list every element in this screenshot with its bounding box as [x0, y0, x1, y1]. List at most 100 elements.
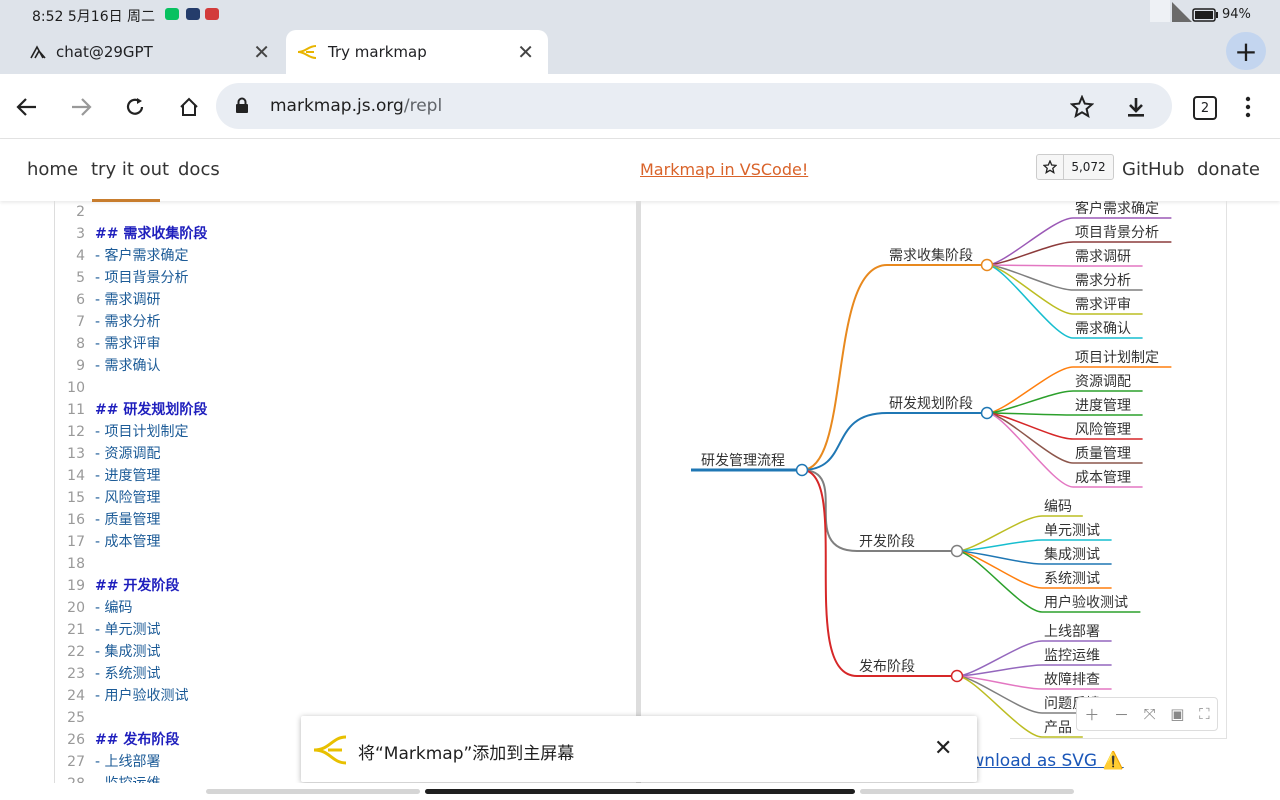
editor-line[interactable]: 8 - 需求评审: [55, 333, 637, 355]
mindmap-leaf-label[interactable]: 需求确认: [1075, 321, 1131, 337]
mindmap-leaf-link: [986, 217, 1074, 266]
tab-markmap[interactable]: Try markmap ✕: [286, 30, 548, 74]
banner-close-button[interactable]: ✕: [934, 736, 952, 761]
mindmap-leaf-link: [986, 264, 1074, 339]
mindmap-node-toggle[interactable]: [980, 406, 994, 420]
editor-line[interactable]: 2: [55, 201, 637, 223]
nav-home[interactable]: home: [27, 159, 78, 180]
mindmap-leaf-label[interactable]: 项目计划制定: [1075, 350, 1159, 366]
nav-donate[interactable]: donate: [1197, 159, 1260, 180]
mindmap-node-toggle[interactable]: [950, 544, 964, 558]
recurse-icon[interactable]: ▣: [1170, 705, 1184, 723]
editor-line[interactable]: 11 ## 研发规划阶段: [55, 399, 637, 421]
editor-line[interactable]: 14 - 进度管理: [55, 465, 637, 487]
heading-line-text: ## 开发阶段: [95, 578, 180, 594]
mindmap-leaf-label[interactable]: 上线部署: [1044, 624, 1100, 640]
mindmap-leaf-label[interactable]: 风险管理: [1075, 422, 1131, 438]
editor-line[interactable]: 6 - 需求调研: [55, 289, 637, 311]
editor-line[interactable]: 21 - 单元测试: [55, 619, 637, 641]
mindmap-branch-link: [801, 264, 888, 471]
nav-github[interactable]: GitHub: [1122, 159, 1184, 180]
mindmap-leaf-label[interactable]: 资源调配: [1075, 374, 1131, 390]
mindmap-leaf-label[interactable]: 监控运维: [1044, 648, 1100, 664]
mindmap-leaf-label[interactable]: 客户需求确定: [1075, 201, 1159, 217]
battery-icon: [1192, 8, 1218, 22]
editor-line[interactable]: 7 - 需求分析: [55, 311, 637, 333]
forward-button[interactable]: [64, 90, 98, 124]
editor-line[interactable]: 20 - 编码: [55, 597, 637, 619]
download-icon[interactable]: [1126, 96, 1146, 118]
zoom-in-icon[interactable]: ＋: [1084, 704, 1099, 725]
nav-try-it-out[interactable]: try it out: [91, 159, 169, 180]
editor-line[interactable]: 16 - 质量管理: [55, 509, 637, 531]
editor-line[interactable]: 24 - 用户验收测试: [55, 685, 637, 707]
mindmap-leaf-label[interactable]: 故障排查: [1044, 672, 1100, 688]
line-number: 8: [76, 336, 85, 352]
mindmap-node-toggle[interactable]: [950, 669, 964, 683]
star-icon[interactable]: [1037, 155, 1064, 179]
zoom-out-icon[interactable]: －: [1114, 704, 1129, 725]
status-time: 8:52 5月16日 周二: [32, 9, 156, 25]
home-button[interactable]: [172, 90, 206, 124]
reload-button[interactable]: [118, 90, 152, 124]
mindmap-leaf-label[interactable]: 产品: [1044, 720, 1072, 736]
tab-chat[interactable]: chat@29GPT ✕: [30, 30, 280, 74]
download-svg-link[interactable]: ownload as SVG ⚠️: [960, 751, 1124, 771]
fullscreen-icon[interactable]: ⛶: [1199, 705, 1210, 723]
url-text: markmap.js.org/repl: [270, 96, 442, 116]
mindmap-leaf-label[interactable]: 用户验收测试: [1044, 594, 1128, 611]
mindmap-leaf-label[interactable]: 集成测试: [1044, 546, 1100, 563]
mindmap-branch-label: 开发阶段: [859, 534, 915, 550]
back-button[interactable]: [10, 90, 44, 124]
mindmap-leaf-label[interactable]: 需求分析: [1075, 273, 1131, 289]
editor-line[interactable]: 5 - 项目背景分析: [55, 267, 637, 289]
mindmap-leaf-label[interactable]: 编码: [1044, 499, 1072, 515]
editor-line[interactable]: 23 - 系统测试: [55, 663, 637, 685]
mindmap-leaf-label[interactable]: 需求评审: [1075, 297, 1131, 313]
editor-line[interactable]: 22 - 集成测试: [55, 641, 637, 663]
home-indicator[interactable]: [425, 789, 855, 794]
markdown-editor[interactable]: 2 3 ## 需求收集阶段 4- 客户需求确定 5- 项目背景分析 6- 需求调研 7- 需…: [54, 201, 637, 783]
editor-line[interactable]: 3 ## 需求收集阶段: [55, 223, 637, 245]
close-tab-icon[interactable]: ✕: [517, 40, 534, 64]
list-line-text: - 资源调配: [95, 446, 161, 462]
bookmark-star-icon[interactable]: [1070, 95, 1094, 118]
line-number: 25: [67, 710, 85, 726]
mindmap-leaf-label[interactable]: 单元测试: [1044, 523, 1100, 539]
mindmap-leaf-label[interactable]: 成本管理: [1075, 470, 1131, 486]
mindmap-leaf-label[interactable]: 需求调研: [1075, 249, 1131, 265]
editor-line[interactable]: 4 - 客户需求确定: [55, 245, 637, 267]
line-number: 26: [67, 732, 85, 748]
mindmap-canvas[interactable]: 研发管理流程 需求收集阶段 客户需求确定项目背景分析需求调研需求分析需求评审需求确认…: [641, 201, 1227, 783]
editor-line[interactable]: 9 - 需求确认: [55, 355, 637, 377]
github-star-widget[interactable]: 5,072: [1036, 154, 1114, 180]
editor-line[interactable]: 15 - 风险管理: [55, 487, 637, 509]
line-number: 19: [67, 578, 85, 594]
editor-line[interactable]: 19 ## 开发阶段: [55, 575, 637, 597]
vscode-link[interactable]: Markmap in VSCode!: [640, 160, 808, 179]
mindmap-leaf-label[interactable]: 质量管理: [1075, 446, 1131, 462]
mindmap-leaf-label[interactable]: 项目背景分析: [1075, 225, 1159, 241]
editor-line[interactable]: 17 - 成本管理: [55, 531, 637, 553]
list-line-text: - 客户需求确定: [95, 248, 189, 264]
mindmap-leaf-label[interactable]: 进度管理: [1075, 398, 1131, 414]
mindmap-root-toggle[interactable]: [795, 463, 809, 477]
tab-switcher-button[interactable]: 2: [1193, 96, 1217, 120]
editor-line[interactable]: 12 - 项目计划制定: [55, 421, 637, 443]
editor-line[interactable]: 13 - 资源调配: [55, 443, 637, 465]
fit-icon[interactable]: ⤧: [1144, 705, 1156, 723]
nav-docs[interactable]: docs: [178, 159, 220, 180]
mindmap-leaf-label[interactable]: 系统测试: [1044, 571, 1100, 587]
preview-frame-border: [1226, 201, 1227, 739]
mindmap-node-toggle[interactable]: [980, 258, 994, 272]
new-tab-button[interactable]: +: [1226, 32, 1266, 70]
list-line-text: - 项目计划制定: [95, 424, 189, 440]
list-line-text: - 监控运维: [95, 773, 161, 783]
editor-line[interactable]: 18: [55, 553, 637, 575]
home-icon: [180, 97, 198, 116]
editor-line[interactable]: 10: [55, 377, 637, 399]
mindmap-root-label: 研发管理流程: [701, 453, 785, 469]
line-number: 2: [76, 204, 85, 220]
more-menu-icon[interactable]: [1244, 96, 1252, 118]
close-tab-icon[interactable]: ✕: [253, 40, 270, 64]
